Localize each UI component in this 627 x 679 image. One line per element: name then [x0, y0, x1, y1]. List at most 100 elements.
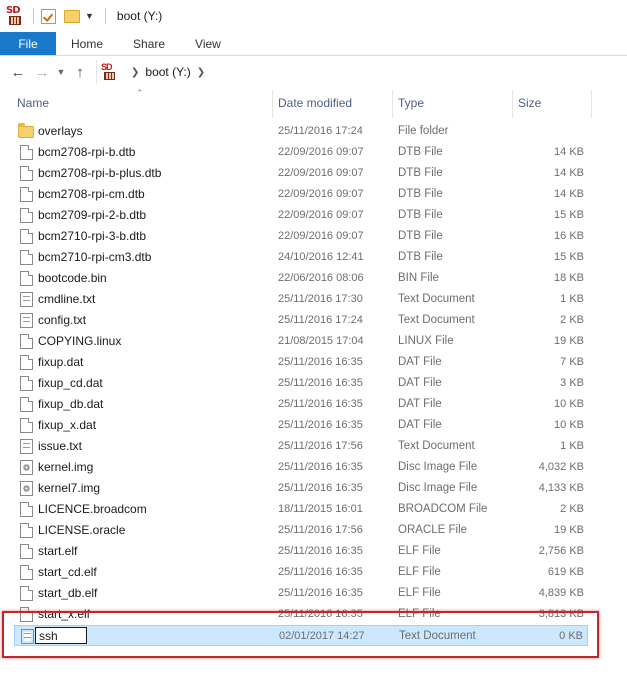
column-header-name[interactable]: Name — [17, 96, 49, 116]
column-divider[interactable] — [272, 90, 273, 118]
file-row[interactable]: bootcode.bin 22/06/2016 08:06 BIN File 18 K… — [14, 268, 588, 289]
file-date: 25/11/2016 16:35 — [278, 461, 363, 473]
file-row[interactable]: bcm2709-rpi-2-b.dtb 22/09/2016 09:07 DTB F… — [14, 205, 588, 226]
file-row[interactable]: bcm2708-rpi-b-plus.dtb 22/09/2016 09:07 DT… — [14, 163, 588, 184]
file-date: 25/11/2016 16:35 — [278, 482, 363, 494]
column-header-type[interactable]: Type — [398, 96, 424, 116]
tab-file[interactable]: File — [0, 32, 56, 55]
column-header-size[interactable]: Size — [518, 96, 541, 116]
file-name: start_x.elf — [38, 607, 91, 621]
file-icon — [20, 523, 33, 538]
text-file-icon — [21, 629, 34, 644]
forward-arrow-icon[interactable]: → — [30, 60, 54, 84]
file-type: DTB File — [398, 209, 443, 221]
column-divider[interactable] — [512, 90, 513, 118]
file-icon — [20, 607, 33, 622]
file-size: 18 KB — [554, 272, 584, 284]
file-date: 22/09/2016 09:07 — [278, 167, 364, 179]
file-date: 18/11/2015 16:01 — [278, 503, 363, 515]
file-type: Text Document — [398, 440, 475, 452]
file-icon — [20, 187, 33, 202]
file-row[interactable]: start.elf 25/11/2016 16:35 ELF File 2,756 K… — [14, 541, 588, 562]
file-row[interactable]: LICENCE.broadcom 18/11/2015 16:01 BROADCOM… — [14, 499, 588, 520]
file-size: 16 KB — [554, 230, 584, 242]
file-name: issue.txt — [38, 439, 83, 453]
tab-home[interactable]: Home — [56, 32, 118, 55]
file-size: 19 KB — [554, 524, 584, 536]
column-divider[interactable] — [392, 90, 393, 118]
file-type: ELF File — [398, 566, 441, 578]
file-type: DTB File — [398, 230, 443, 242]
column-header-date-modified[interactable]: Date modified — [278, 96, 352, 116]
back-arrow-icon[interactable]: ← — [6, 60, 30, 84]
file-row[interactable]: issue.txt 25/11/2016 17:56 Text Document 1 … — [14, 436, 588, 457]
file-row[interactable]: cmdline.txt 25/11/2016 17:30 Text Document… — [14, 289, 588, 310]
up-arrow-icon[interactable]: ↑ — [68, 60, 92, 84]
file-date: 25/11/2016 16:35 — [278, 398, 363, 410]
file-row[interactable]: fixup.dat 25/11/2016 16:35 DAT File 7 KB — [14, 352, 588, 373]
file-size: 19 KB — [554, 335, 584, 347]
file-size: 2 KB — [560, 503, 584, 515]
file-icon — [20, 145, 33, 160]
file-icon — [20, 166, 33, 181]
file-date: 25/11/2016 17:56 — [278, 524, 363, 536]
file-row[interactable]: overlays 25/11/2016 17:24 File folder — [14, 121, 588, 142]
file-row[interactable]: bcm2708-rpi-cm.dtb 22/09/2016 09:07 DTB Fi… — [14, 184, 588, 205]
file-date: 25/11/2016 17:56 — [278, 440, 363, 452]
file-row[interactable]: start_cd.elf 25/11/2016 16:35 ELF File 619 … — [14, 562, 588, 583]
breadcrumb-chevron-icon[interactable]: ❯ — [197, 67, 205, 78]
file-icon — [20, 334, 33, 349]
properties-icon[interactable] — [41, 8, 56, 24]
file-row[interactable]: bcm2708-rpi-b.dtb 22/09/2016 09:07 DTB Fil… — [14, 142, 588, 163]
file-row[interactable]: fixup_db.dat 25/11/2016 16:35 DAT File 10 K… — [14, 394, 588, 415]
file-type: File folder — [398, 125, 449, 137]
file-icon — [20, 229, 33, 244]
file-name: overlays — [38, 124, 83, 138]
recent-locations-chevron-icon[interactable]: ▼ — [54, 67, 68, 77]
disc-image-icon — [20, 481, 33, 496]
rename-input[interactable]: ssh — [35, 627, 87, 644]
file-size: 0 KB — [559, 630, 583, 642]
file-type: ORACLE File — [398, 524, 468, 536]
file-date: 25/11/2016 16:35 — [278, 356, 363, 368]
file-name: bcm2710-rpi-cm3.dtb — [38, 250, 152, 264]
file-size: 14 KB — [554, 188, 584, 200]
breadcrumb-boot-drive[interactable]: boot (Y:) — [145, 65, 190, 79]
file-size: 14 KB — [554, 167, 584, 179]
file-row-ssh[interactable]: ssh 02/01/2017 14:27 Text Document 0 KB — [14, 625, 588, 646]
file-row[interactable]: start_x.elf 25/11/2016 16:35 ELF File 3,813… — [14, 604, 588, 625]
file-type: Text Document — [399, 630, 476, 642]
column-divider[interactable] — [591, 90, 592, 118]
file-row[interactable]: config.txt 25/11/2016 17:24 Text Document 2… — [14, 310, 588, 331]
file-size: 10 KB — [554, 419, 584, 431]
file-row[interactable]: kernel7.img 25/11/2016 16:35 Disc Image Fi… — [14, 478, 588, 499]
address-path[interactable]: SD ❯ boot (Y:) ❯ — [96, 60, 627, 84]
tab-share[interactable]: Share — [118, 32, 180, 55]
sd-card-icon[interactable]: SD — [6, 5, 26, 27]
file-date: 22/06/2016 08:06 — [278, 272, 364, 284]
new-folder-icon[interactable] — [64, 9, 80, 23]
sd-card-icon: SD — [101, 62, 119, 82]
file-name: fixup_x.dat — [38, 418, 97, 432]
tab-view[interactable]: View — [180, 32, 236, 55]
file-date: 25/11/2016 16:35 — [278, 587, 363, 599]
file-row[interactable]: fixup_cd.dat 25/11/2016 16:35 DAT File 3 KB — [14, 373, 588, 394]
breadcrumb-chevron-icon[interactable]: ❯ — [131, 67, 139, 78]
file-type: DTB File — [398, 251, 443, 263]
file-size: 7 KB — [560, 356, 584, 368]
file-type: Disc Image File — [398, 461, 478, 473]
file-type: Text Document — [398, 293, 475, 305]
file-date: 25/11/2016 16:35 — [278, 377, 363, 389]
customize-quick-access-chevron-icon[interactable]: ▼ — [85, 11, 94, 21]
file-row[interactable]: COPYING.linux 21/08/2015 17:04 LINUX File 1… — [14, 331, 588, 352]
text-file-icon — [20, 292, 33, 307]
file-row[interactable]: bcm2710-rpi-cm3.dtb 24/10/2016 12:41 DTB F… — [14, 247, 588, 268]
file-row[interactable]: LICENSE.oracle 25/11/2016 17:56 ORACLE Fil… — [14, 520, 588, 541]
folder-icon — [18, 123, 34, 138]
file-row[interactable]: bcm2710-rpi-3-b.dtb 22/09/2016 09:07 DTB F… — [14, 226, 588, 247]
file-type: ELF File — [398, 587, 441, 599]
file-row[interactable]: fixup_x.dat 25/11/2016 16:35 DAT File 10 KB — [14, 415, 588, 436]
file-row[interactable]: kernel.img 25/11/2016 16:35 Disc Image Fil… — [14, 457, 588, 478]
file-size: 1 KB — [560, 293, 584, 305]
file-row[interactable]: start_db.elf 25/11/2016 16:35 ELF File 4,83… — [14, 583, 588, 604]
